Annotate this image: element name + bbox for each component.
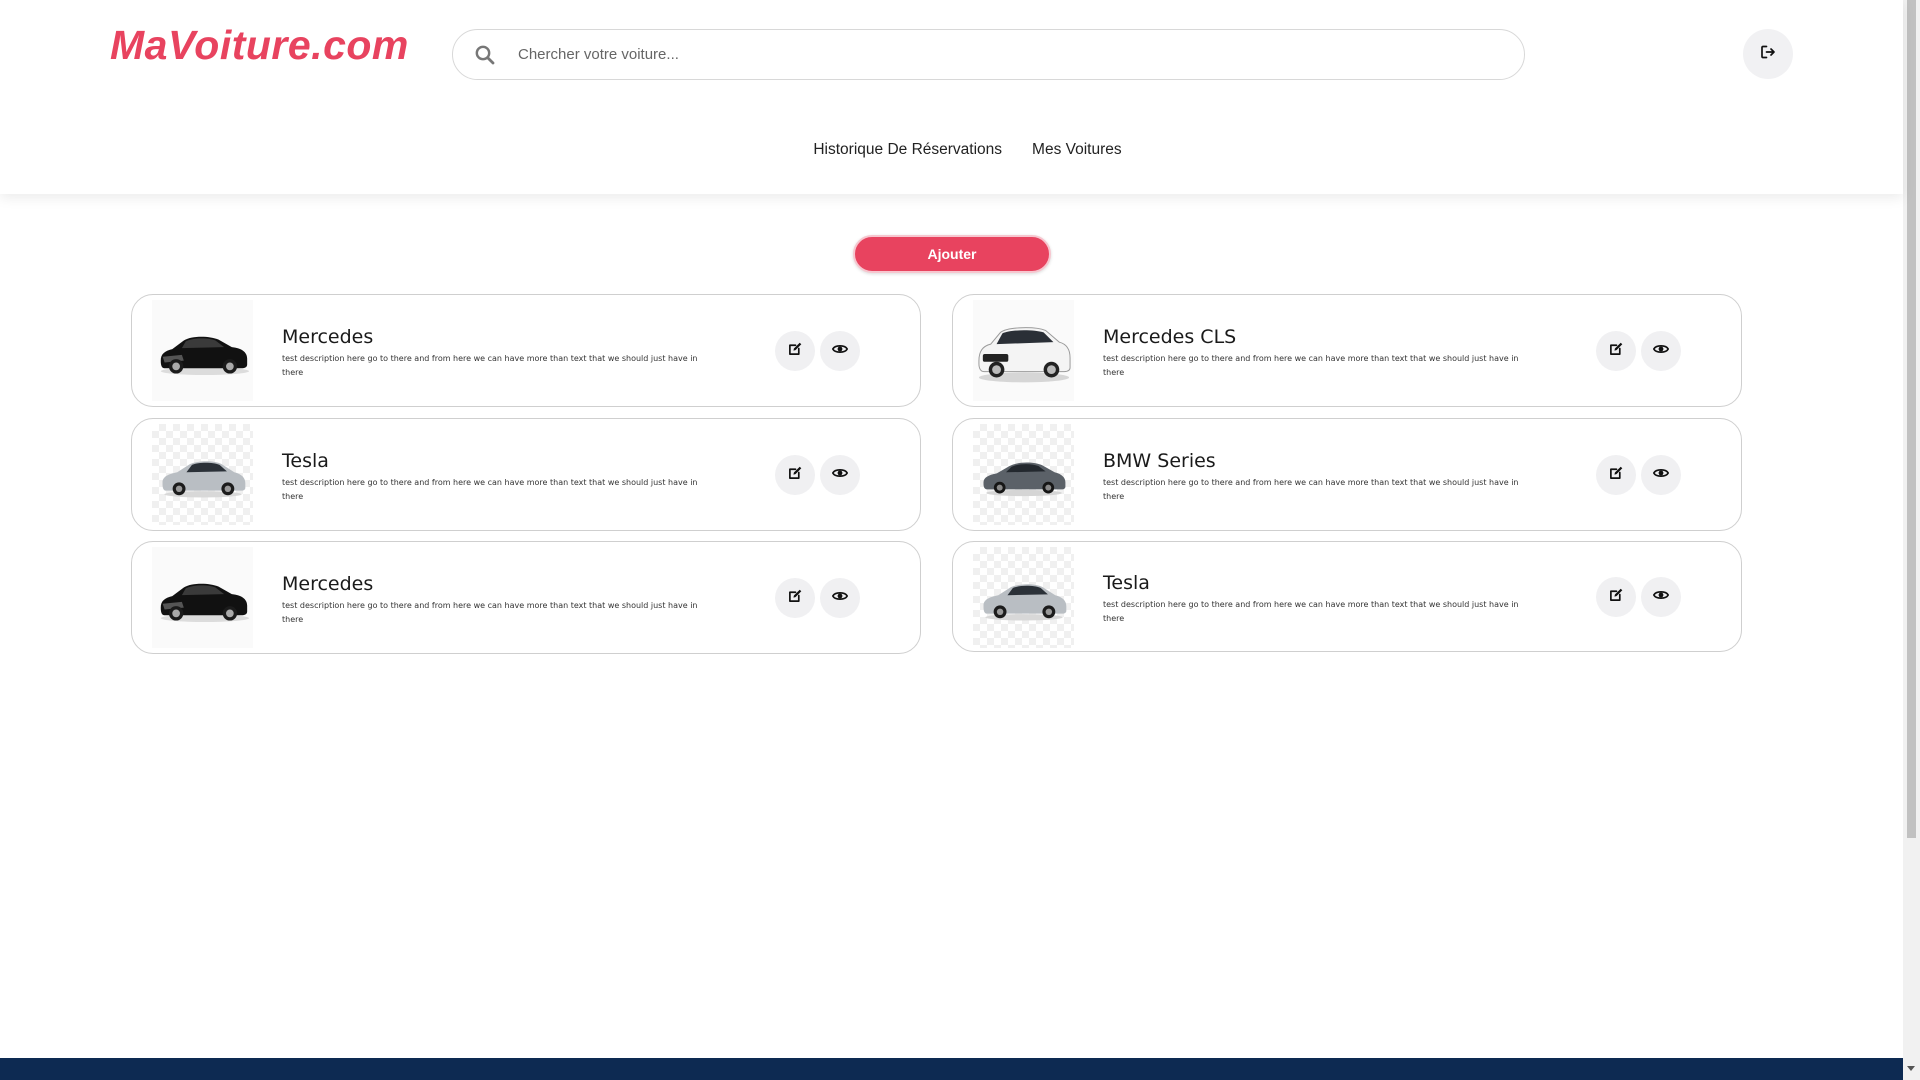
- eye-icon: [1653, 465, 1669, 486]
- car-image: [973, 547, 1074, 648]
- edit-button[interactable]: [775, 578, 815, 618]
- edit-icon: [1609, 465, 1624, 485]
- view-button[interactable]: [820, 455, 860, 495]
- car-card: Mercedes CLS test description here go to…: [952, 294, 1742, 407]
- eye-icon: [832, 588, 848, 609]
- eye-icon: [832, 341, 848, 362]
- edit-icon: [1609, 341, 1624, 361]
- car-description: test description here go to there and fr…: [282, 354, 698, 377]
- car-title: Tesla: [1103, 572, 1150, 594]
- eye-icon: [832, 465, 848, 486]
- car-title: Mercedes CLS: [1103, 326, 1237, 348]
- view-button[interactable]: [820, 331, 860, 371]
- car-card: BMW Series test description here go to t…: [952, 418, 1742, 531]
- car-description: test description here go to there and fr…: [1103, 478, 1519, 501]
- scroll-down-arrow-icon[interactable]: [1907, 1066, 1915, 1071]
- car-description: test description here go to there and fr…: [1103, 354, 1519, 377]
- car-image: [973, 300, 1074, 401]
- eye-icon: [1653, 587, 1669, 608]
- search-input[interactable]: [518, 46, 1418, 63]
- page-footer: [0, 1058, 1903, 1080]
- view-button[interactable]: [1641, 577, 1681, 617]
- car-card: Mercedes test description here go to the…: [131, 294, 921, 407]
- car-description: test description here go to there and fr…: [282, 478, 698, 501]
- car-title: Tesla: [282, 450, 329, 472]
- top-header: MaVoiture.com Historique De Réservations…: [0, 0, 1903, 194]
- edit-button[interactable]: [1596, 331, 1636, 371]
- car-title: Mercedes: [282, 573, 374, 595]
- edit-icon: [788, 465, 803, 485]
- view-button[interactable]: [1641, 331, 1681, 371]
- nav-my-cars[interactable]: Mes Voitures: [1032, 141, 1122, 159]
- car-card: Tesla test description here go to there …: [131, 418, 921, 531]
- car-image: [152, 300, 253, 401]
- car-card: Tesla test description here go to there …: [952, 541, 1742, 652]
- edit-button[interactable]: [1596, 577, 1636, 617]
- edit-button[interactable]: [1596, 455, 1636, 495]
- search-icon: [474, 44, 496, 66]
- car-description: test description here go to there and fr…: [282, 601, 698, 624]
- edit-icon: [1609, 587, 1624, 607]
- edit-button[interactable]: [775, 331, 815, 371]
- car-title: BMW Series: [1103, 450, 1216, 472]
- scrollbar-thumb[interactable]: [1907, 0, 1916, 838]
- view-button[interactable]: [1641, 455, 1681, 495]
- car-card: Mercedes test description here go to the…: [131, 541, 921, 654]
- car-description: test description here go to there and fr…: [1103, 600, 1519, 623]
- brand-logo[interactable]: MaVoiture.com: [110, 22, 409, 69]
- vertical-scrollbar[interactable]: [1903, 0, 1920, 1080]
- eye-icon: [1653, 341, 1669, 362]
- edit-icon: [788, 341, 803, 361]
- edit-button[interactable]: [775, 455, 815, 495]
- car-image: [152, 424, 253, 525]
- car-title: Mercedes: [282, 326, 374, 348]
- logout-icon: [1760, 44, 1776, 65]
- car-image: [973, 424, 1074, 525]
- view-button[interactable]: [820, 578, 860, 618]
- edit-icon: [788, 588, 803, 608]
- main-nav: Historique De Réservations Mes Voitures: [0, 141, 1903, 159]
- nav-reservation-history[interactable]: Historique De Réservations: [813, 141, 1002, 159]
- add-car-button[interactable]: Ajouter: [853, 235, 1051, 273]
- logout-button[interactable]: [1743, 29, 1793, 79]
- car-image: [152, 547, 253, 648]
- search-bar[interactable]: [452, 29, 1525, 80]
